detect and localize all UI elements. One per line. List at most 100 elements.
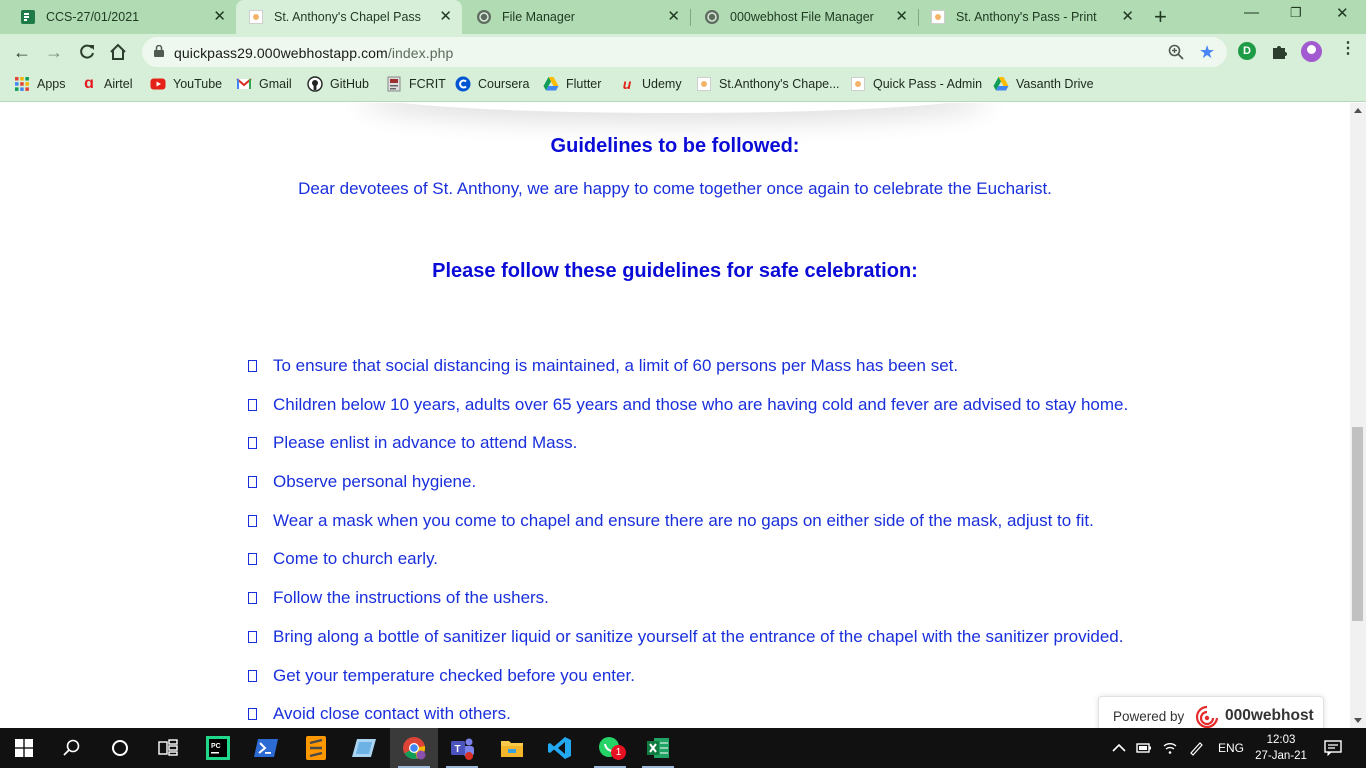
list-item: Please enlist in advance to attend Mass.	[248, 433, 1128, 472]
taskbar-app[interactable]	[340, 728, 388, 768]
extension-profile-icon[interactable]: D	[1238, 42, 1256, 60]
close-tab-icon[interactable]: ✕	[895, 9, 908, 25]
minimize-button[interactable]: —	[1244, 4, 1259, 21]
bookmark-label: YouTube	[173, 77, 223, 91]
bookmark-label: Vasanth Drive	[1016, 77, 1094, 91]
menu-kebab-icon[interactable]: ⋮	[1340, 41, 1356, 57]
tab-pass-print[interactable]: St. Anthony's Pass - Print ✕	[918, 0, 1144, 34]
page-scrollbar[interactable]	[1350, 103, 1366, 728]
tab-file-manager[interactable]: File Manager ✕	[464, 0, 690, 34]
list-item-text: Please enlist in advance to attend Mass.	[273, 433, 578, 453]
reload-icon[interactable]	[76, 41, 98, 63]
windows-taskbar: PC T 1 ENG 12:03 27-Jan-21	[0, 728, 1366, 768]
bookmark-coursera[interactable]: Coursera	[455, 76, 529, 92]
lock-icon	[154, 45, 164, 57]
taskbar-teams[interactable]: T	[438, 728, 486, 768]
bookmark-fcrit[interactable]: FCRIT	[386, 76, 446, 92]
bookmark-label: Coursera	[478, 77, 530, 91]
bookmark-quick-pass-admin[interactable]: Quick Pass - Admin	[850, 76, 982, 92]
notifications-icon[interactable]	[1324, 728, 1342, 768]
powered-by-badge[interactable]: Powered by 000webhost	[1098, 696, 1324, 728]
home-icon[interactable]	[107, 41, 129, 63]
list-item: Come to church early.	[248, 549, 1128, 588]
tab-chapel-pass[interactable]: St. Anthony's Chapel Pass ✕	[236, 0, 462, 34]
task-view-icon	[158, 739, 178, 756]
bullet-box-icon	[248, 592, 257, 605]
tab-000webhost-file-manager[interactable]: 000webhost File Manager ✕	[692, 0, 918, 34]
taskbar-file-explorer[interactable]	[488, 728, 536, 768]
tab-title: CCS-27/01/2021	[46, 10, 140, 24]
list-item: Avoid close contact with others.	[248, 704, 1128, 728]
apps-grid-icon	[15, 77, 29, 91]
list-item-text: Follow the instructions of the ushers.	[273, 588, 549, 608]
powershell-icon	[254, 739, 278, 757]
folder-icon	[501, 741, 523, 757]
bookmark-flutter[interactable]: Flutter	[543, 76, 601, 92]
guidelines-list: To ensure that social distancing is main…	[248, 356, 1128, 728]
chrome-icon	[403, 737, 426, 760]
extensions-puzzle-icon[interactable]	[1271, 43, 1288, 60]
bullet-box-icon	[248, 630, 257, 643]
bookmark-youtube[interactable]: YouTube	[150, 76, 222, 92]
start-button[interactable]	[0, 728, 48, 768]
taskbar-whatsapp[interactable]: 1	[586, 728, 634, 768]
000webhost-logo-icon	[1195, 705, 1219, 728]
taskbar-vscode[interactable]	[536, 728, 584, 768]
search-icon	[63, 739, 80, 756]
taskbar-chrome[interactable]	[390, 728, 438, 768]
close-tab-icon[interactable]: ✕	[667, 9, 680, 25]
new-tab-button[interactable]: +	[1154, 6, 1167, 28]
clock[interactable]: 12:03 27-Jan-21	[1248, 732, 1314, 764]
pen-icon[interactable]	[1188, 728, 1204, 768]
close-tab-icon[interactable]: ✕	[213, 9, 226, 25]
bookmark-label: Gmail	[259, 77, 292, 91]
search-button[interactable]	[48, 728, 96, 768]
tray-overflow-chevron-icon[interactable]	[1112, 728, 1126, 768]
bookmark-st-anthony-chapel[interactable]: St.Anthony's Chape...	[696, 76, 840, 92]
svg-text:T: T	[455, 744, 461, 755]
scroll-up-arrow-icon[interactable]	[1354, 108, 1362, 113]
back-button[interactable]: ←	[11, 41, 33, 63]
bookmark-github[interactable]: GitHub	[307, 76, 369, 92]
scrollbar-thumb[interactable]	[1352, 427, 1363, 621]
bookmark-airtel[interactable]: ɑ Airtel	[81, 75, 133, 92]
bookmark-gmail[interactable]: Gmail	[236, 76, 292, 92]
tab-strip: CCS-27/01/2021 ✕ St. Anthony's Chapel Pa…	[0, 0, 1366, 34]
forward-button[interactable]: →	[43, 41, 65, 63]
close-window-button[interactable]: ✕	[1336, 4, 1349, 22]
coursera-icon	[455, 76, 471, 92]
close-tab-icon[interactable]: ✕	[439, 9, 452, 25]
bookmark-apps[interactable]: Apps	[14, 76, 66, 92]
maximize-button[interactable]: ❐	[1290, 5, 1302, 21]
wifi-icon[interactable]	[1162, 728, 1178, 768]
scroll-down-arrow-icon[interactable]	[1354, 718, 1362, 723]
bookmark-label: GitHub	[330, 77, 369, 91]
tab-title: 000webhost File Manager	[730, 10, 874, 24]
close-tab-icon[interactable]: ✕	[1121, 9, 1134, 25]
bookmark-star-icon[interactable]: ★	[1199, 42, 1215, 63]
taskbar-pycharm[interactable]: PC	[194, 728, 242, 768]
bookmark-udemy[interactable]: u Udemy	[619, 76, 682, 92]
cortana-button[interactable]	[96, 728, 144, 768]
language-indicator[interactable]: ENG	[1218, 728, 1244, 768]
list-item: Wear a mask when you come to chapel and …	[248, 511, 1128, 550]
tab-ccs[interactable]: CCS-27/01/2021 ✕	[8, 0, 236, 34]
zoom-icon[interactable]	[1168, 44, 1184, 60]
task-view-button[interactable]	[144, 728, 192, 768]
vscode-icon	[548, 737, 571, 759]
taskbar-excel[interactable]	[634, 728, 682, 768]
bookmark-label: Airtel	[104, 77, 133, 91]
bookmark-vasanth-drive[interactable]: Vasanth Drive	[993, 76, 1094, 92]
battery-icon[interactable]	[1136, 728, 1152, 768]
avatar[interactable]	[1301, 41, 1322, 62]
globe-icon	[705, 10, 719, 24]
address-bar[interactable]: quickpass29.000webhostapp.com/index.php …	[142, 37, 1227, 67]
list-item-text: To ensure that social distancing is main…	[273, 356, 959, 375]
list-item-text: Come to church early.	[273, 549, 439, 569]
taskbar-powershell[interactable]	[242, 728, 290, 768]
list-item: Observe personal hygiene.	[248, 472, 1128, 511]
bullet-box-icon	[248, 708, 257, 721]
taskbar-sublime[interactable]	[292, 728, 340, 768]
google-drive-icon	[993, 77, 1009, 91]
notification-badge: 1	[611, 745, 626, 760]
